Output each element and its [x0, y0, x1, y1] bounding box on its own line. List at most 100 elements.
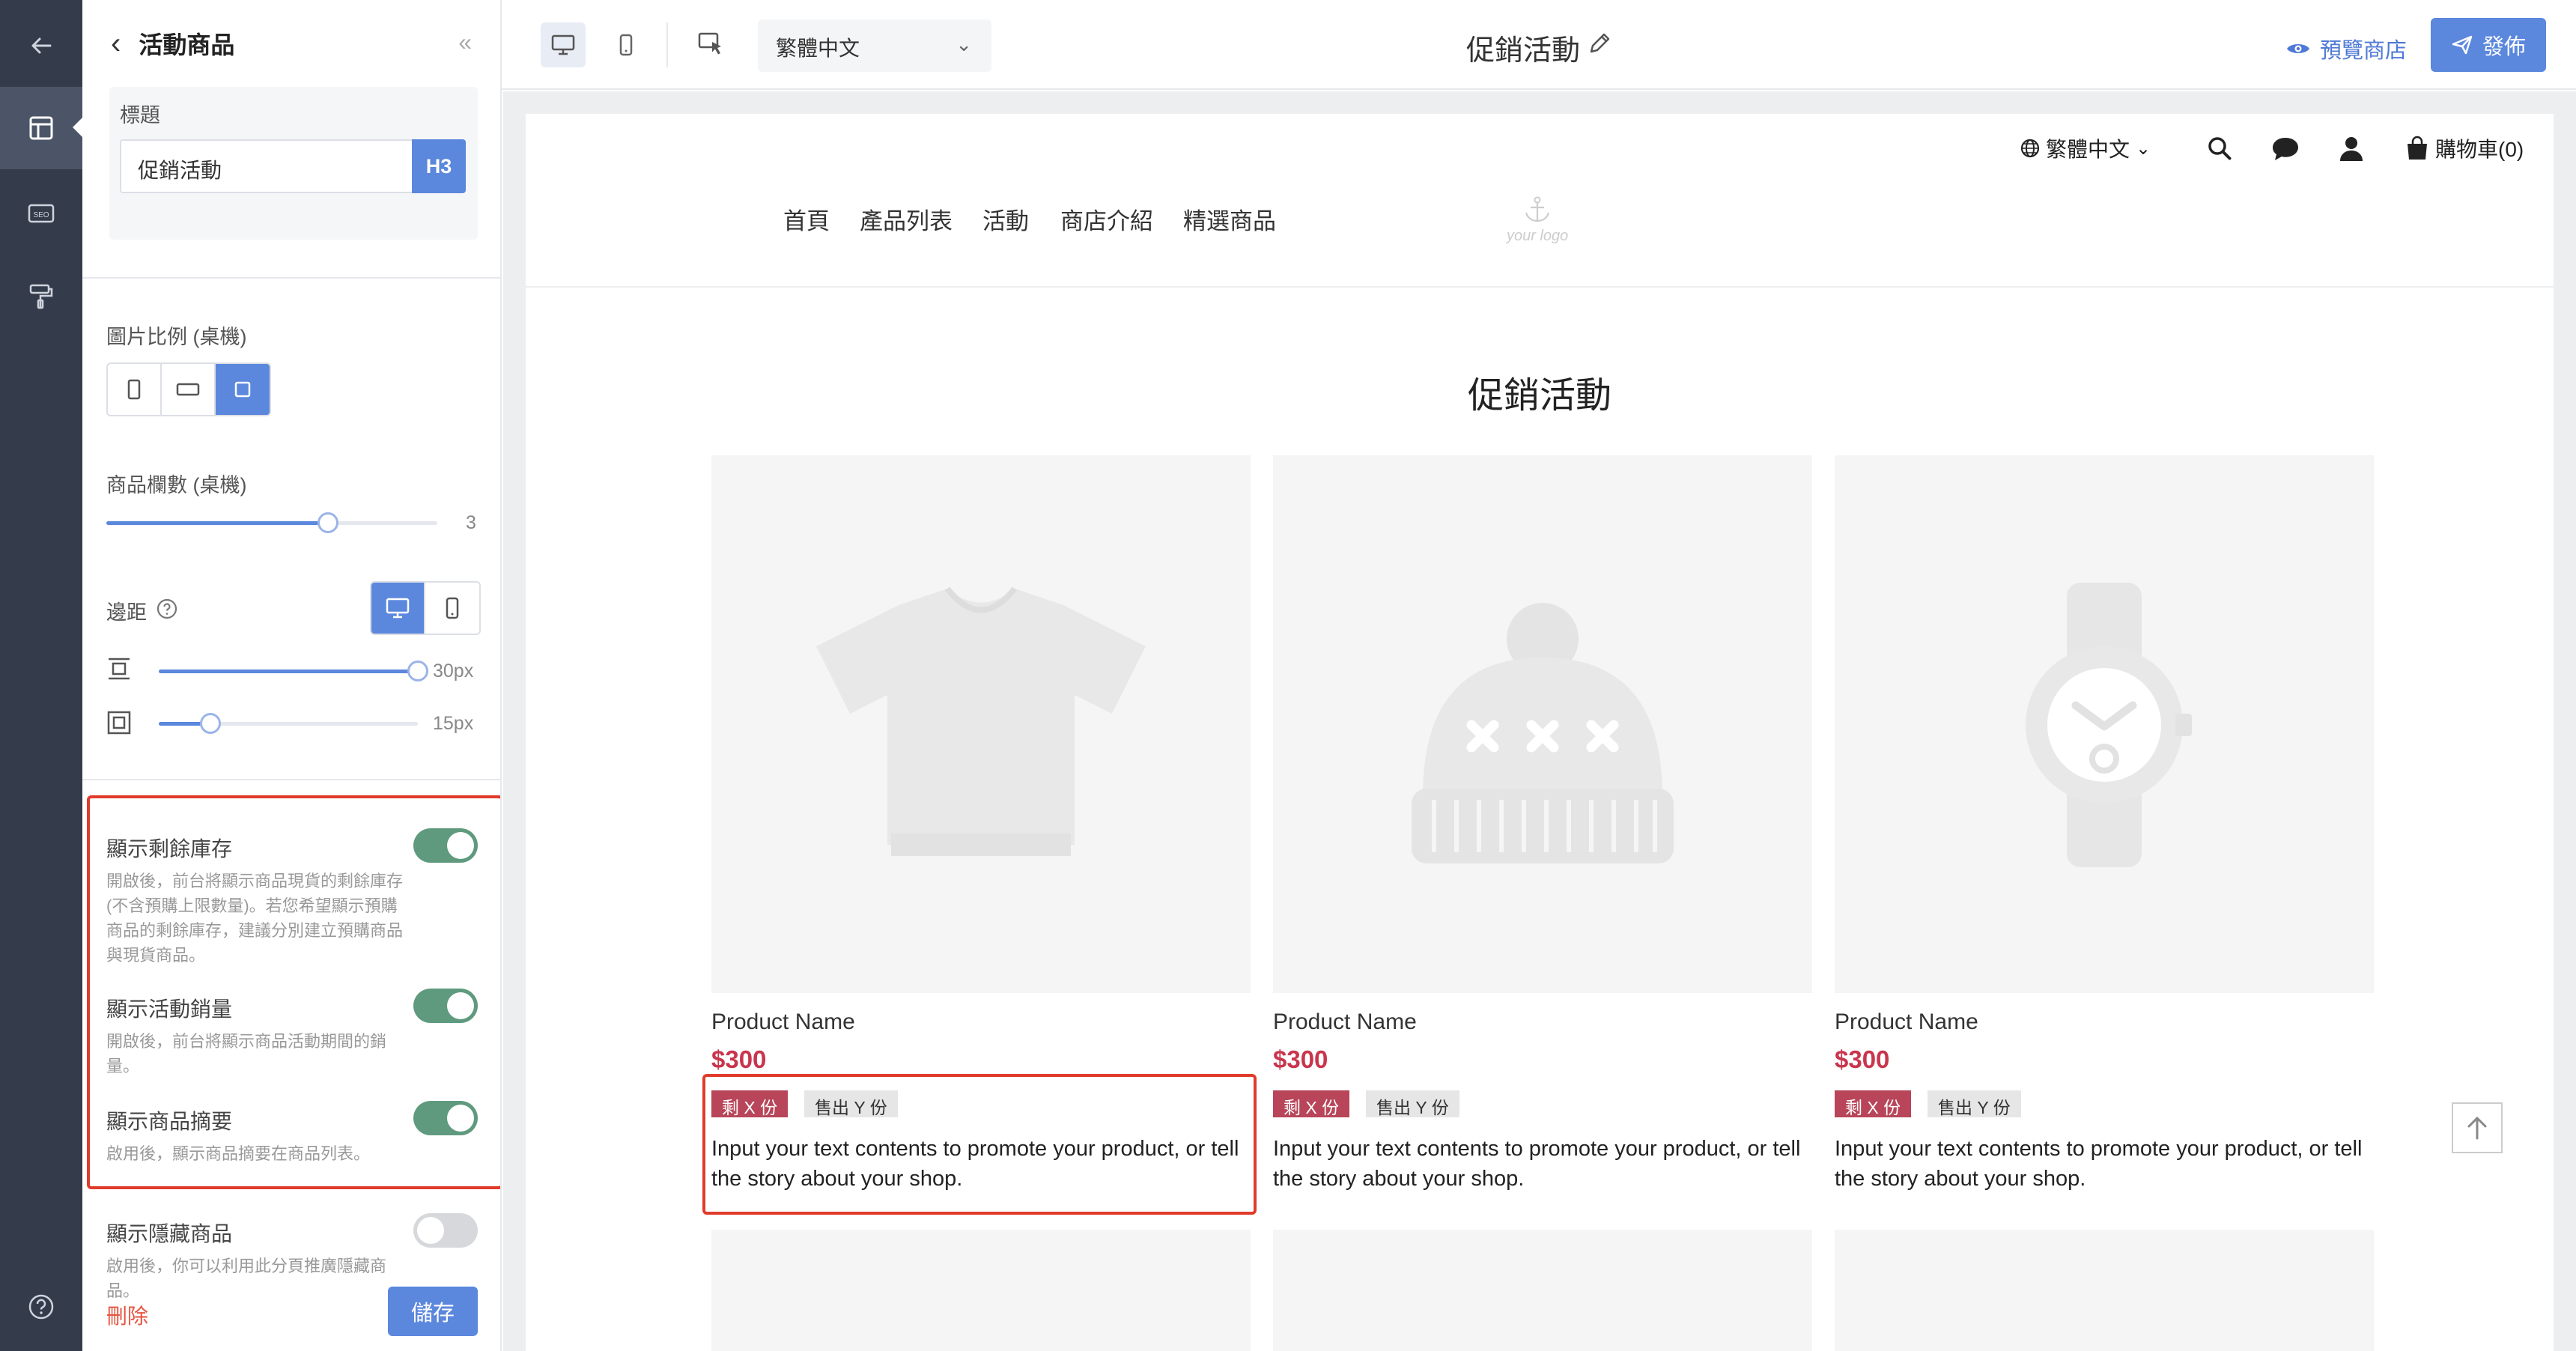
back-to-top-button[interactable]	[2452, 1102, 2503, 1153]
columns-slider[interactable]	[106, 512, 437, 533]
inner-padding-handle[interactable]	[200, 713, 221, 734]
ratio-square-button[interactable]	[216, 364, 270, 415]
product-image[interactable]	[1273, 1230, 1812, 1351]
inner-padding-slider[interactable]	[159, 713, 418, 734]
product-name[interactable]: Product Name	[1273, 1010, 1417, 1035]
paint-roller-icon[interactable]	[0, 255, 82, 337]
product-image[interactable]	[1835, 1230, 2374, 1351]
product-name[interactable]: Product Name	[1835, 1010, 1978, 1035]
cart-button[interactable]: 購物車(0)	[2404, 133, 2524, 163]
toggle-summary-desc: 啟用後，顯示商品摘要在商品列表。	[106, 1144, 371, 1163]
stock-tag: 剩 X 份	[1273, 1090, 1350, 1117]
edit-pencil-icon[interactable]	[1586, 30, 1613, 57]
store-preview: 繁體中文 ⌄ 購物車(0) 首頁 產品列表 活動 商店介紹 精選商品 your …	[526, 114, 2554, 1351]
watch-icon	[2026, 583, 2192, 867]
panel-title: 活動商品	[139, 31, 235, 58]
chevron-down-icon: ⌄	[2136, 138, 2151, 159]
heading-input[interactable]: 促銷活動	[120, 139, 419, 193]
seo-icon[interactable]: SEO	[0, 172, 82, 255]
product-summary: Input your text contents to promote your…	[1835, 1137, 2363, 1191]
stock-tag: 剩 X 份	[1835, 1090, 1912, 1117]
padding-mobile-button[interactable]	[425, 583, 479, 634]
store-header: 繁體中文 ⌄ 購物車(0) 首頁 產品列表 活動 商店介紹 精選商品 your …	[526, 114, 2554, 288]
columns-slider-handle[interactable]	[318, 512, 338, 533]
vertical-padding-handle[interactable]	[407, 661, 428, 681]
nav-item-about[interactable]: 商店介紹	[1060, 202, 1153, 236]
product-image[interactable]	[711, 1230, 1251, 1351]
toggle-sales-label: 顯示活動銷量	[106, 998, 233, 1021]
inner-padding-icon	[107, 711, 131, 735]
vertical-padding-icon	[109, 658, 130, 680]
collapse-panel-icon[interactable]: «	[458, 28, 472, 56]
help-circle-icon[interactable]	[154, 596, 180, 622]
nav-item-events[interactable]: 活動	[982, 202, 1029, 236]
store-language-selector[interactable]: 繁體中文 ⌄	[2019, 133, 2151, 163]
divider	[82, 779, 500, 780]
preview-store-label: 預覽商店	[2320, 39, 2408, 63]
anchor-icon	[1525, 196, 1550, 222]
save-button[interactable]: 儲存	[388, 1287, 478, 1336]
product-image[interactable]	[1273, 455, 1812, 993]
chevron-left-icon[interactable]: ‹	[111, 27, 121, 61]
product-price: $300	[1273, 1045, 1328, 1073]
icon-rail: SEO	[0, 0, 83, 1351]
padding-desktop-button[interactable]	[371, 583, 425, 634]
columns-label: 商品欄數 (桌機)	[106, 474, 247, 497]
globe-icon	[2020, 139, 2040, 158]
cart-label: 購物車(0)	[2435, 138, 2524, 161]
toggle-stock-switch[interactable]	[413, 828, 478, 863]
delete-button[interactable]: 刪除	[106, 1300, 148, 1330]
top-toolbar: 繁體中文 ⌄ 促銷活動 預覽商店 發佈	[502, 0, 2576, 90]
select-element-button[interactable]	[689, 22, 734, 67]
highlight-box-product-info	[702, 1074, 1257, 1215]
store-language-label: 繁體中文	[2046, 138, 2130, 161]
mobile-view-button[interactable]	[604, 22, 648, 67]
language-select-value: 繁體中文	[776, 37, 860, 60]
product-image[interactable]	[711, 455, 1251, 993]
arrow-up-icon	[2467, 1117, 2487, 1140]
sold-tag: 售出 Y 份	[1366, 1090, 1459, 1117]
product-image[interactable]	[1835, 455, 2374, 993]
language-select[interactable]: 繁體中文 ⌄	[758, 19, 991, 72]
ratio-portrait-button[interactable]	[108, 364, 162, 415]
heading-label: 標題	[120, 104, 160, 127]
inner-padding-value: 15px	[433, 713, 474, 734]
svg-text:SEO: SEO	[33, 211, 49, 219]
preview-store-button[interactable]: 預覽商店	[2285, 33, 2407, 64]
publish-label: 發佈	[2482, 35, 2526, 59]
shopping-bag-icon	[2408, 136, 2427, 160]
beanie-icon	[1412, 603, 1674, 863]
padding-device-selector	[370, 581, 481, 635]
chat-bubble-icon[interactable]	[2270, 135, 2300, 163]
send-icon	[2452, 35, 2473, 55]
desktop-view-button[interactable]	[541, 22, 586, 67]
toggle-sales-desc: 開啟後，前台將顯示商品活動期間的銷量。	[106, 1032, 387, 1075]
vertical-padding-value: 30px	[433, 661, 474, 681]
toggle-sales-switch[interactable]	[413, 989, 478, 1023]
toggle-hidden-switch[interactable]	[413, 1213, 478, 1248]
cursor-select-icon	[698, 32, 721, 55]
user-icon[interactable]	[2336, 133, 2366, 163]
store-logo[interactable]: your logo	[1507, 196, 1568, 245]
nav-item-featured[interactable]: 精選商品	[1183, 202, 1276, 236]
columns-value: 3	[466, 512, 476, 533]
sold-tag: 售出 Y 份	[1928, 1090, 2021, 1117]
help-icon[interactable]	[0, 1266, 82, 1348]
ratio-landscape-button[interactable]	[162, 364, 216, 415]
search-icon[interactable]	[2205, 133, 2235, 163]
layout-icon[interactable]	[0, 87, 83, 169]
back-arrow-icon[interactable]	[0, 4, 82, 87]
image-ratio-label: 圖片比例 (桌機)	[106, 326, 247, 348]
desktop-icon	[551, 34, 575, 55]
vertical-padding-slider[interactable]	[159, 661, 428, 681]
heading-level-button[interactable]: H3	[412, 139, 466, 193]
nav-item-products[interactable]: 產品列表	[860, 202, 953, 236]
t-shirt-icon	[816, 586, 1146, 856]
nav-item-home[interactable]: 首頁	[783, 202, 830, 236]
product-name[interactable]: Product Name	[711, 1010, 855, 1035]
section-title: 促銷活動	[1467, 376, 1611, 416]
publish-button[interactable]: 發佈	[2431, 18, 2546, 72]
product-price: $300	[1835, 1045, 1890, 1073]
toggle-summary-switch[interactable]	[413, 1101, 478, 1135]
settings-panel: ‹ 活動商品 « 標題 促銷活動 H3 圖片比例 (桌機) 商品欄數 (桌機) …	[82, 0, 502, 1351]
